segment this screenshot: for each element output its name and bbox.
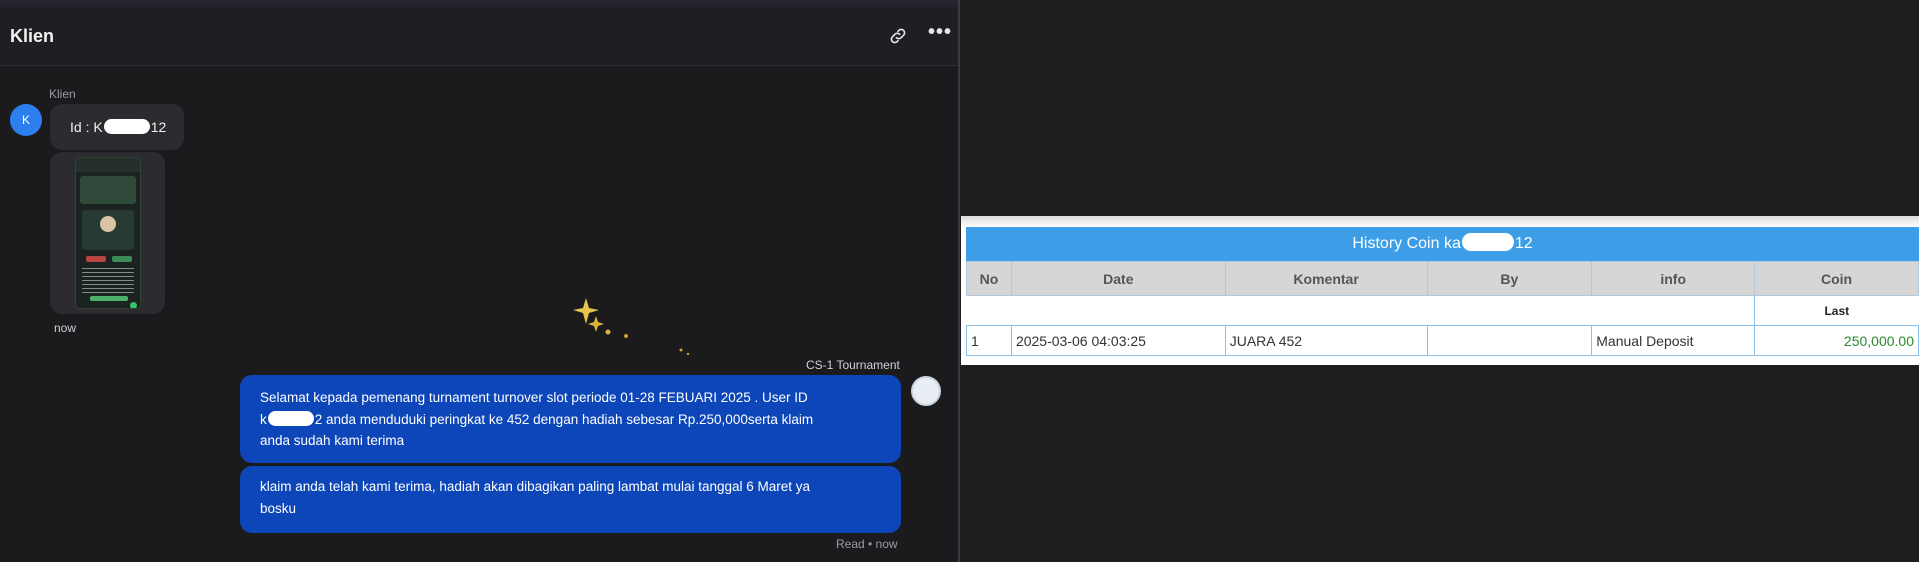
redaction-mask (103, 119, 150, 134)
incoming-timestamp: now (54, 321, 77, 335)
more-icon[interactable]: ••• (928, 22, 951, 48)
cell-komentar: JUARA 452 (1224, 325, 1428, 356)
history-table: No Date Komentar By info Coin Last 1 202… (966, 261, 1919, 356)
incoming-message-text: Id : K 12 (70, 119, 166, 135)
table-header-row: No Date Komentar By info Coin (966, 261, 1919, 296)
thumb-send-icon (130, 302, 137, 308)
sender-name: Klien (49, 87, 76, 101)
thumb-card (80, 176, 136, 204)
message-line: bosku (260, 500, 297, 516)
thumb-green-button (112, 256, 132, 262)
chat-panel: Klien ••• Klien K Id : K 12 now CS-1 Tou… (0, 0, 958, 562)
column-header-info[interactable]: info (1591, 261, 1756, 296)
message-line: klaim anda telah kami terima, hadiah aka… (260, 479, 811, 494)
image-message[interactable] (50, 152, 165, 314)
redaction-mask (1461, 233, 1514, 251)
chat-title: Klien (10, 26, 55, 46)
cell-date: 2025-03-06 04:03:25 (1010, 325, 1226, 356)
message-line: k 2 anda menduduki peringkat ke 452 denga… (260, 409, 881, 431)
column-header-date[interactable]: Date (1010, 261, 1226, 296)
cell-by (1426, 325, 1593, 356)
table-row[interactable]: 1 2025-03-06 04:03:25 JUARA 452 Manual D… (966, 325, 1919, 356)
history-table-container: History Coin ka 12 No Date Komentar By in… (961, 216, 1919, 365)
title-suffix: 12 (1514, 235, 1533, 252)
last-label: Last (1754, 295, 1919, 326)
column-header-coin[interactable]: Coin (1754, 261, 1919, 296)
header-glow (0, 0, 958, 10)
column-header-no[interactable]: No (966, 261, 1012, 296)
thumb-red-button (86, 256, 106, 262)
cell-no: 1 (966, 325, 1012, 356)
chat-header: Klien ••• (0, 0, 958, 66)
redaction-mask (267, 410, 314, 426)
column-header-by[interactable]: By (1426, 261, 1593, 296)
screenshot-thumbnail[interactable] (75, 157, 141, 309)
agent-avatar[interactable] (911, 376, 941, 406)
outgoing-message: Selamat kepada pemenang turnament turnov… (240, 375, 901, 463)
outgoing-message: klaim anda telah kami terima, hadiah aka… (240, 466, 901, 533)
message-prefix: Id : K (70, 119, 103, 135)
title-prefix: History Coin ka (1352, 235, 1461, 252)
agent-name: CS-1 Tournament (806, 358, 900, 372)
column-header-komentar[interactable]: Komentar (1224, 261, 1428, 296)
sparkles-icon (566, 296, 706, 360)
avatar[interactable]: K (10, 104, 42, 136)
message-prefix: k (260, 411, 267, 427)
table-top-strip (961, 216, 1919, 227)
message-suffix: 2 anda menduduki peringkat ke 452 dengan… (314, 411, 814, 427)
empty-cell (966, 295, 1755, 326)
history-title: History Coin ka 12 (966, 227, 1919, 261)
link-icon[interactable] (888, 26, 910, 48)
cell-coin: 250,000.00 (1754, 325, 1919, 356)
thumb-avatar (100, 216, 116, 232)
read-receipt: Read • now (836, 537, 898, 551)
incoming-message: Id : K 12 (50, 104, 184, 150)
thumb-text-lines (82, 268, 134, 294)
cell-info: Manual Deposit (1591, 325, 1756, 356)
thumb-statusbar (76, 158, 140, 172)
message-suffix: 12 (150, 119, 167, 135)
message-line: anda sudah kami terima (260, 433, 405, 448)
thumb-action-button (90, 296, 128, 301)
message-line: Selamat kepada pemenang turnament turnov… (260, 390, 808, 405)
table-subheader-row: Last (966, 295, 1919, 326)
